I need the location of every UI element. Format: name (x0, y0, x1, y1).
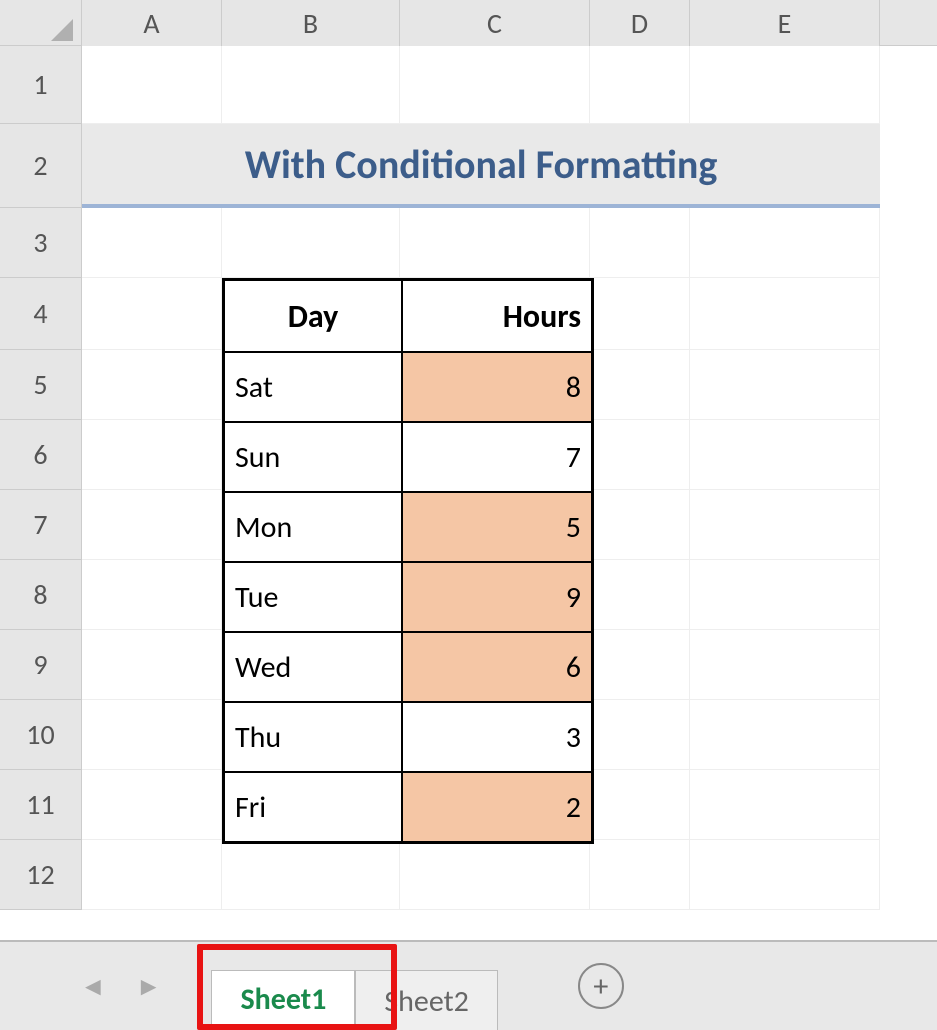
row-header-6[interactable]: 6 (0, 420, 82, 490)
row-header-8[interactable]: 8 (0, 560, 82, 630)
cell-day[interactable]: Sun (224, 422, 402, 492)
cell-b12[interactable] (222, 840, 400, 909)
row-header-11[interactable]: 11 (0, 770, 82, 840)
cell-hours[interactable]: 8 (402, 352, 592, 422)
table-row: Sat 8 (224, 352, 592, 422)
sheet-tab-sheet1[interactable]: Sheet1 (211, 970, 355, 1030)
row-header-2[interactable]: 2 (0, 124, 82, 208)
cell-c12[interactable] (400, 840, 590, 909)
cell-e12[interactable] (690, 840, 880, 909)
sheet-nav-arrows: ◄ ► (0, 970, 211, 1002)
cell-d12[interactable] (590, 840, 690, 909)
row-header-5[interactable]: 5 (0, 350, 82, 420)
table-row: Fri 2 (224, 772, 592, 842)
column-header-b[interactable]: B (222, 0, 400, 46)
cell-e3[interactable] (690, 208, 880, 277)
cell-hours[interactable]: 6 (402, 632, 592, 702)
data-table: Day Hours Sat 8 Sun 7 Mon 5 Tue 9 Wed 6 … (222, 278, 594, 844)
row-header-1[interactable]: 1 (0, 46, 82, 124)
add-sheet-button[interactable]: + (578, 963, 624, 1009)
cell-e5[interactable] (690, 350, 880, 419)
sheet-tabs: Sheet1 Sheet2 (211, 942, 497, 1030)
column-headers: A B C D E (0, 0, 937, 46)
cell-a12[interactable] (82, 840, 222, 909)
plus-icon: + (593, 968, 608, 1005)
column-header-c[interactable]: C (400, 0, 590, 46)
row-headers: 1 2 3 4 5 6 7 8 9 10 11 12 (0, 46, 82, 910)
table-row: Wed 6 (224, 632, 592, 702)
cell-d8[interactable] (590, 560, 690, 629)
cell-c1[interactable] (400, 46, 590, 123)
column-header-a[interactable]: A (82, 0, 222, 46)
cell-hours[interactable]: 7 (402, 422, 592, 492)
row-header-4[interactable]: 4 (0, 278, 82, 350)
select-all-corner[interactable] (0, 0, 82, 46)
sheet-nav-next-icon[interactable]: ► (136, 970, 162, 1002)
cell-d6[interactable] (590, 420, 690, 489)
cell-b3[interactable] (222, 208, 400, 277)
table-row: Mon 5 (224, 492, 592, 562)
cell-hours[interactable]: 9 (402, 562, 592, 632)
cell-hours[interactable]: 2 (402, 772, 592, 842)
cell-e8[interactable] (690, 560, 880, 629)
row-header-12[interactable]: 12 (0, 840, 82, 910)
select-all-icon (51, 19, 73, 41)
table-row: Thu 3 (224, 702, 592, 772)
cell-e4[interactable] (690, 278, 880, 349)
cell-a4[interactable] (82, 278, 222, 349)
sheet-nav-prev-icon[interactable]: ◄ (80, 970, 106, 1002)
cell-day[interactable]: Sat (224, 352, 402, 422)
table-row: Sun 7 (224, 422, 592, 492)
cell-d5[interactable] (590, 350, 690, 419)
sheet-tab-strip: ◄ ► Sheet1 Sheet2 + (0, 940, 937, 1030)
cell-e7[interactable] (690, 490, 880, 559)
cell-a1[interactable] (82, 46, 222, 123)
column-header-d[interactable]: D (590, 0, 690, 46)
cell-d9[interactable] (590, 630, 690, 699)
row-header-9[interactable]: 9 (0, 630, 82, 700)
spreadsheet-grid: A B C D E 1 2 3 4 5 6 7 8 9 10 11 12 Wit… (0, 0, 937, 940)
cell-d7[interactable] (590, 490, 690, 559)
cell-day[interactable]: Mon (224, 492, 402, 562)
table-header-hours[interactable]: Hours (402, 280, 592, 352)
cell-day[interactable]: Fri (224, 772, 402, 842)
cell-a11[interactable] (82, 770, 222, 839)
cell-d4[interactable] (590, 278, 690, 349)
cell-d3[interactable] (590, 208, 690, 277)
cell-hours[interactable]: 3 (402, 702, 592, 772)
cell-a8[interactable] (82, 560, 222, 629)
cell-d10[interactable] (590, 700, 690, 769)
row-header-3[interactable]: 3 (0, 208, 82, 278)
cell-d11[interactable] (590, 770, 690, 839)
cell-day[interactable]: Thu (224, 702, 402, 772)
cell-e1[interactable] (690, 46, 880, 123)
cell-day[interactable]: Wed (224, 632, 402, 702)
row-header-10[interactable]: 10 (0, 700, 82, 770)
cell-d1[interactable] (590, 46, 690, 123)
column-header-e[interactable]: E (690, 0, 880, 46)
table-row: Tue 9 (224, 562, 592, 632)
cell-hours[interactable]: 5 (402, 492, 592, 562)
sheet-tab-sheet2[interactable]: Sheet2 (355, 970, 498, 1030)
cell-e9[interactable] (690, 630, 880, 699)
cell-a7[interactable] (82, 490, 222, 559)
cell-e11[interactable] (690, 770, 880, 839)
cell-e10[interactable] (690, 700, 880, 769)
cell-c3[interactable] (400, 208, 590, 277)
row-header-7[interactable]: 7 (0, 490, 82, 560)
cell-b1[interactable] (222, 46, 400, 123)
cell-a6[interactable] (82, 420, 222, 489)
cell-a9[interactable] (82, 630, 222, 699)
cell-a3[interactable] (82, 208, 222, 277)
cell-e6[interactable] (690, 420, 880, 489)
title-banner[interactable]: With Conditional Formatting (82, 124, 880, 208)
table-header-day[interactable]: Day (224, 280, 402, 352)
cell-a10[interactable] (82, 700, 222, 769)
cell-a5[interactable] (82, 350, 222, 419)
cell-day[interactable]: Tue (224, 562, 402, 632)
